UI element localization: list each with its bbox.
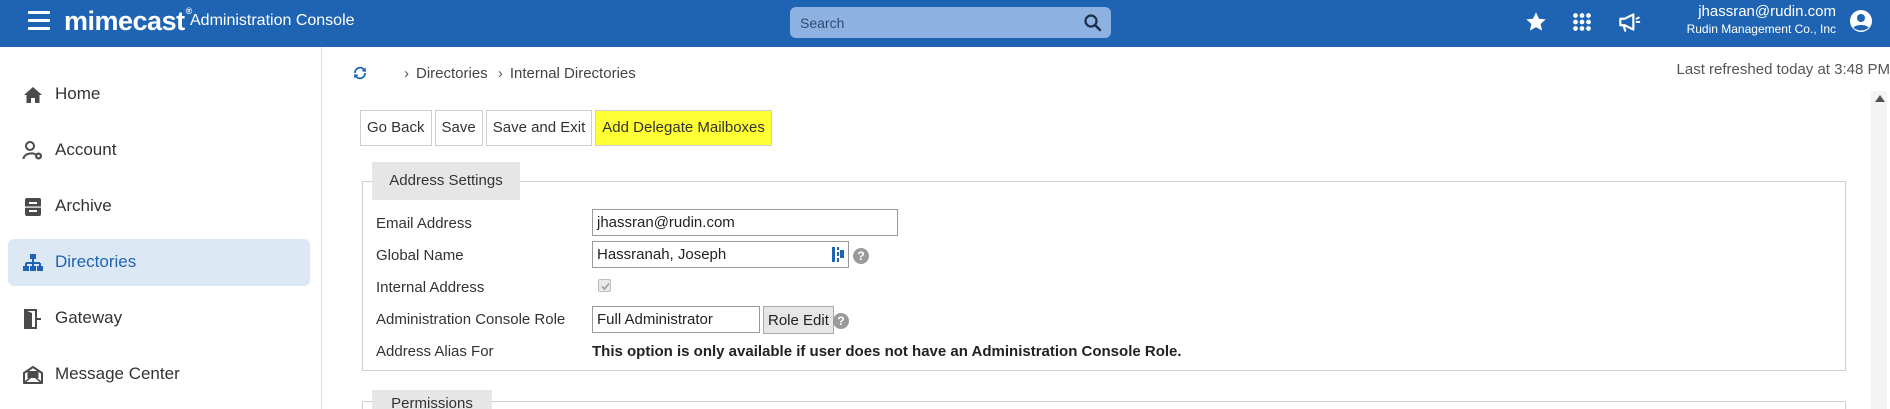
sidebar-item-home[interactable]: Home [8, 71, 310, 118]
search-icon[interactable] [1083, 13, 1103, 33]
user-email: jhassran@rudin.com [1698, 3, 1836, 20]
message-center-icon [23, 366, 43, 384]
address-alias-for-label: Address Alias For [376, 343, 494, 360]
main-content: › Directories › Internal Directories Last … [322, 47, 1890, 409]
chevron-right-icon: › [497, 65, 503, 82]
sidebar-item-label: Account [55, 140, 117, 159]
go-back-button[interactable]: Go Back [360, 110, 432, 146]
user-org: Rudin Management Co., Inc [1686, 22, 1836, 36]
apps-grid-icon[interactable] [1569, 9, 1595, 35]
permissions-legend: Permissions [372, 390, 492, 409]
global-name-value: Hassranah, Joseph [597, 246, 727, 263]
logo-text: mimecast [64, 6, 185, 36]
sidebar-item-message-center[interactable]: Message Center [8, 351, 310, 398]
mimecast-logo[interactable]: mimecast® [64, 6, 192, 37]
internal-address-label: Internal Address [376, 279, 485, 296]
breadcrumb: › Directories › Internal Directories [404, 65, 642, 82]
global-name-help-icon[interactable]: ? [853, 248, 869, 264]
archive-icon [25, 198, 41, 216]
address-book-icon[interactable] [832, 247, 844, 262]
search-box [790, 7, 1111, 38]
directories-icon [23, 254, 43, 271]
email-address-label: Email Address [376, 215, 472, 232]
star-icon[interactable] [1523, 9, 1549, 35]
vertical-scrollbar[interactable] [1871, 91, 1887, 409]
save-button[interactable]: Save [434, 110, 483, 146]
sidebar-item-label: Message Center [55, 364, 180, 383]
global-name-field[interactable]: Hassranah, Joseph [592, 241, 849, 268]
account-settings-icon [22, 141, 42, 160]
breadcrumb-internal-directories[interactable]: Internal Directories [510, 65, 636, 82]
add-delegate-mailboxes-button[interactable]: Add Delegate Mailboxes [595, 110, 772, 146]
role-edit-button[interactable]: Role Edit [763, 306, 834, 334]
home-icon [24, 87, 42, 103]
search-input[interactable] [800, 11, 1070, 34]
action-toolbar: Go Back Save Save and Exit Add Delegate … [360, 110, 775, 146]
gateway-icon [24, 309, 41, 329]
refresh-icon[interactable] [352, 65, 368, 81]
user-info[interactable]: jhassran@rudin.com Rudin Management Co.,… [1676, 3, 1836, 37]
sidebar-item-gateway[interactable]: Gateway [8, 295, 310, 342]
sidebar-item-label: Home [55, 84, 101, 103]
sidebar-item-label: Gateway [55, 308, 123, 327]
global-name-label: Global Name [376, 247, 464, 264]
permissions-panel [362, 401, 1846, 409]
internal-address-checkbox[interactable] [598, 279, 611, 292]
checkmark-icon [601, 282, 610, 291]
sidebar-item-directories[interactable]: Directories [8, 239, 310, 286]
scroll-up-arrow-icon[interactable] [1875, 95, 1885, 102]
address-settings-legend: Address Settings [372, 162, 520, 200]
sidebar-item-archive[interactable]: Archive [8, 183, 310, 230]
sidebar: Home Account Archive Directories Gateway… [0, 47, 322, 409]
chevron-right-icon: › [404, 65, 409, 82]
address-alias-note: This option is only available if user do… [592, 343, 1182, 360]
menu-icon[interactable] [28, 11, 50, 33]
breadcrumb-directories[interactable]: Directories [416, 65, 488, 82]
sidebar-item-account[interactable]: Account [8, 127, 310, 174]
app-title: Administration Console [190, 12, 355, 29]
megaphone-icon[interactable] [1616, 9, 1642, 35]
save-and-exit-button[interactable]: Save and Exit [485, 110, 593, 146]
sidebar-item-label: Archive [55, 196, 112, 215]
admin-console-role-label: Administration Console Role [376, 311, 566, 328]
role-help-icon[interactable]: ? [833, 313, 849, 329]
admin-console-role-field[interactable]: Full Administrator [592, 306, 760, 333]
last-refreshed-text: Last refreshed today at 3:48 PM [1676, 61, 1890, 78]
user-avatar-icon[interactable] [1849, 9, 1873, 33]
email-address-field[interactable]: jhassran@rudin.com [592, 209, 898, 236]
top-bar: mimecast® Administration Console jhassra… [0, 0, 1890, 47]
sidebar-item-label: Directories [55, 252, 137, 271]
